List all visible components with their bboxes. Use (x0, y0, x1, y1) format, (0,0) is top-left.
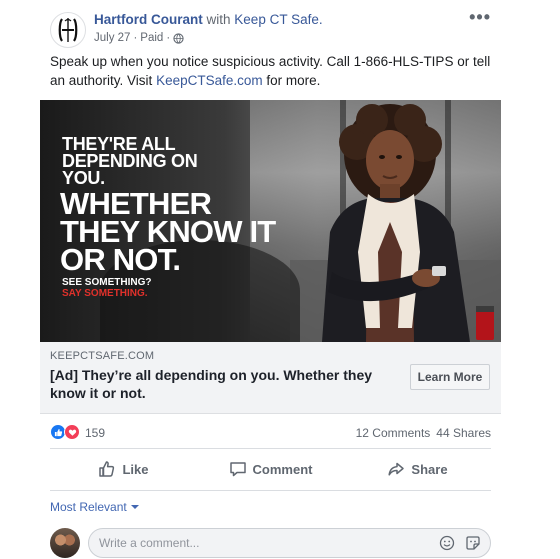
post-headline: Hartford Courant with Keep CT Safe. (94, 12, 323, 27)
comment-composer (50, 527, 491, 558)
globe-icon[interactable] (173, 32, 184, 44)
page-avatar[interactable] (50, 12, 86, 48)
ad-headline-large: Whether they know it or not. (60, 186, 276, 277)
love-icon (64, 424, 80, 440)
post-meta: July 27 · Paid · (94, 32, 184, 44)
shares-count-link[interactable]: 44 Shares (436, 426, 491, 440)
share-label: Share (411, 461, 448, 477)
comment-input-icons (439, 535, 481, 551)
ad-tagline-white: See something? (62, 277, 152, 288)
post-header: Hartford Courant with Keep CT Safe. July… (50, 8, 491, 48)
ad-tagline-red: Say something. (62, 288, 148, 299)
emoji-icon[interactable] (439, 535, 455, 551)
comment-label: Comment (252, 461, 313, 477)
meta-separator: · (133, 32, 138, 44)
ad-image[interactable]: They're all depending on you. Whether th… (40, 100, 501, 342)
divider (50, 448, 491, 449)
paid-label: Paid (140, 32, 164, 44)
avatar[interactable] (50, 528, 80, 558)
post-actions: Like Comment Share (50, 452, 491, 486)
like-button[interactable]: Like (50, 452, 197, 486)
sticker-icon[interactable] (465, 535, 481, 551)
comment-sort-label: Most Relevant (50, 500, 127, 514)
ad-headline-small: They're all depending on you. (62, 134, 198, 188)
with-text: with (206, 12, 231, 27)
engagement-counts: 12 Comments 44 Shares (356, 426, 491, 440)
comment-icon (229, 462, 246, 477)
like-label: Like (122, 461, 149, 477)
comments-count-link[interactable]: 12 Comments (356, 426, 431, 440)
post-card: Hartford Courant with Keep CT Safe. July… (40, 0, 501, 559)
divider (50, 490, 491, 491)
post-text-suffix: for more. (262, 73, 321, 88)
woman-photo (322, 104, 494, 342)
learn-more-button[interactable]: Learn More (410, 364, 490, 390)
more-options-button[interactable]: ••• (469, 8, 491, 26)
share-icon (388, 462, 405, 476)
link-preview[interactable]: KEEPCTSAFE.COM [Ad] They’re all dependin… (40, 342, 501, 414)
partner-name-link[interactable]: Keep CT Safe. (234, 12, 322, 27)
link-domain: KEEPCTSAFE.COM (50, 350, 155, 362)
post-text-link[interactable]: KeepCTSafe.com (156, 73, 263, 88)
comment-button[interactable]: Comment (197, 452, 344, 486)
link-title[interactable]: [Ad] They’re all depending on you. Wheth… (50, 366, 390, 402)
post-date[interactable]: July 27 (94, 32, 130, 44)
thumbs-up-icon (99, 461, 115, 477)
reaction-icons[interactable] (50, 424, 80, 440)
meta-separator: · (166, 32, 171, 44)
reaction-count[interactable]: 159 (85, 426, 105, 440)
page-name-link[interactable]: Hartford Courant (94, 12, 203, 27)
share-button[interactable]: Share (344, 452, 491, 486)
hartford-courant-logo (58, 18, 78, 42)
post-body-text: Speak up when you notice suspicious acti… (50, 52, 494, 90)
comment-sort-dropdown[interactable]: Most Relevant (50, 500, 139, 514)
chevron-down-icon (130, 505, 139, 509)
reactions-bar: 159 12 Comments 44 Shares (50, 422, 491, 442)
comment-input[interactable] (88, 528, 491, 558)
